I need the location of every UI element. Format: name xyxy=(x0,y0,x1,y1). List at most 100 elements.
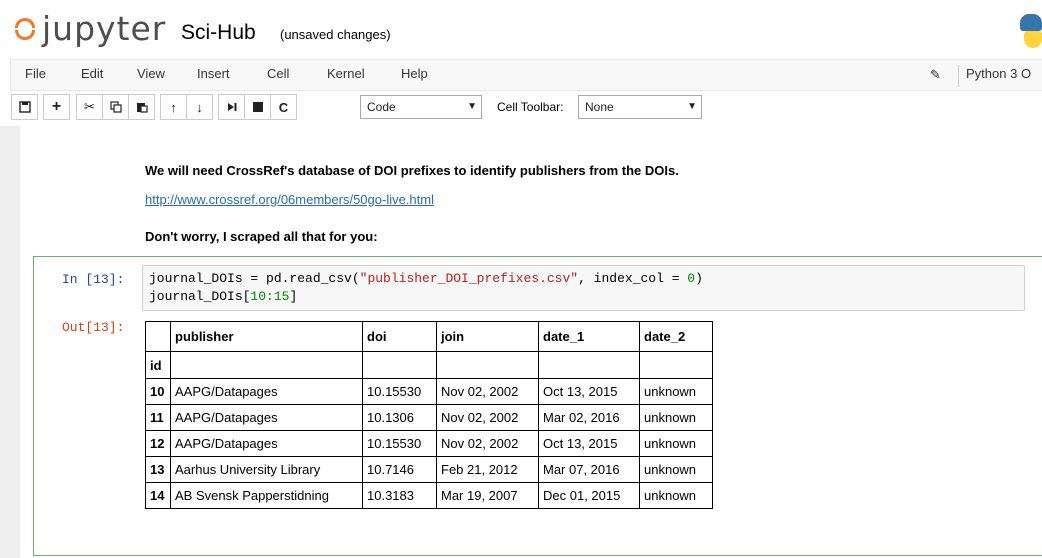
arrow-up-icon: ↑ xyxy=(170,99,177,115)
jupyter-logo[interactable]: jupyter xyxy=(14,12,166,46)
save-icon xyxy=(18,101,31,113)
toolbar: + ✂ ↑ ↓ C Code ▼ Cell Toolbar: None ▼ xyxy=(10,94,1042,122)
code-line: journal_DOIs = pd.read_csv("publisher_DO… xyxy=(149,271,703,286)
menu-kernel[interactable]: Kernel xyxy=(327,66,365,81)
cell-date-1: Mar 07, 2016 xyxy=(538,456,640,483)
menubar: File Edit View Insert Cell Kernel Help ✎… xyxy=(10,59,1042,91)
move-down-button[interactable]: ↓ xyxy=(186,94,213,120)
cell-publisher: AAPG/Datapages xyxy=(170,430,363,457)
cell-date-2: unknown xyxy=(639,404,713,431)
row-index: 10 xyxy=(145,378,171,405)
table-row: 14 AB Svensk Papperstidning 10.3183 Mar … xyxy=(145,482,713,509)
row-index: 11 xyxy=(145,404,171,431)
table-row: 13 Aarhus University Library 10.7146 Feb… xyxy=(145,456,713,483)
table-row: 10 AAPG/Datapages 10.15530 Nov 02, 2002 … xyxy=(145,378,713,405)
cell-join: Mar 19, 2007 xyxy=(436,482,539,509)
cell-join: Nov 02, 2002 xyxy=(436,404,539,431)
plus-icon: + xyxy=(51,98,62,115)
cell-date-2: unknown xyxy=(639,430,713,457)
cell-doi: 10.3183 xyxy=(362,482,437,509)
cell-toolbar-label: Cell Toolbar: xyxy=(497,100,564,114)
empty-cell xyxy=(538,351,640,379)
column-header: date_2 xyxy=(639,321,713,352)
restart-button[interactable]: C xyxy=(270,94,297,120)
code-number: 0 xyxy=(687,271,696,286)
cell-toolbar-select[interactable]: None ▼ xyxy=(578,95,702,119)
cell-toolbar-value: None xyxy=(585,100,614,114)
index-name: id xyxy=(145,351,171,379)
cell-publisher: Aarhus University Library xyxy=(170,456,363,483)
column-header: publisher xyxy=(170,321,363,352)
cell-date-2: unknown xyxy=(639,456,713,483)
header-blank xyxy=(145,321,171,352)
run-button[interactable] xyxy=(218,94,245,120)
column-header: doi xyxy=(362,321,437,352)
paste-button[interactable] xyxy=(128,94,155,120)
column-header: join xyxy=(436,321,539,352)
cell-type-value: Code xyxy=(367,100,396,114)
cell-type-select[interactable]: Code ▼ xyxy=(360,95,482,119)
menu-help[interactable]: Help xyxy=(401,66,428,81)
row-index: 14 xyxy=(145,482,171,509)
cell-publisher: AAPG/Datapages xyxy=(170,404,363,431)
paste-icon xyxy=(136,103,148,113)
output-prompt: Out[13]: xyxy=(62,320,125,335)
menu-file[interactable]: File xyxy=(25,66,46,81)
markdown-line: We will need CrossRef's database of DOI … xyxy=(145,163,679,178)
code-token: journal_DOIs[ xyxy=(149,289,251,304)
edit-pencil-icon[interactable]: ✎ xyxy=(930,67,941,83)
insert-cell-button[interactable]: + xyxy=(43,94,70,120)
empty-cell xyxy=(170,351,363,379)
code-editor[interactable]: journal_DOIs = pd.read_csv("publisher_DO… xyxy=(142,265,1025,311)
table-header-row: publisher doi join date_1 date_2 xyxy=(145,321,713,352)
input-prompt: In [13]: xyxy=(62,272,125,287)
save-button[interactable] xyxy=(11,94,38,120)
kernel-name: Python 3 O xyxy=(966,66,1031,81)
cut-button[interactable]: ✂ xyxy=(76,94,103,120)
cell-join: Nov 02, 2002 xyxy=(436,378,539,405)
interrupt-button[interactable] xyxy=(244,94,271,120)
kernel-indicator-icon: O xyxy=(1020,66,1032,81)
menu-insert[interactable]: Insert xyxy=(197,66,230,81)
index-name-row: id xyxy=(145,351,713,379)
cell-date-1: Oct 13, 2015 xyxy=(538,378,640,405)
logo-text: jupyter xyxy=(42,9,167,48)
cell-doi: 10.15530 xyxy=(362,378,437,405)
cell-join: Nov 02, 2002 xyxy=(436,430,539,457)
menu-view[interactable]: View xyxy=(137,66,165,81)
notebook-name[interactable]: Sci-Hub xyxy=(181,21,256,45)
menu-edit[interactable]: Edit xyxy=(81,66,103,81)
cell-date-2: unknown xyxy=(639,378,713,405)
row-index: 12 xyxy=(145,430,171,457)
chevron-down-icon: ▼ xyxy=(687,101,697,112)
cell-date-1: Mar 02, 2016 xyxy=(538,404,640,431)
kernel-label: Python 3 xyxy=(966,66,1018,81)
cell-doi: 10.7146 xyxy=(362,456,437,483)
kernel-separator xyxy=(958,65,959,87)
stop-icon xyxy=(252,102,263,112)
python-logo-icon xyxy=(1020,14,1042,48)
empty-cell xyxy=(436,351,539,379)
skip-next-icon xyxy=(227,103,236,111)
code-number: 10:15 xyxy=(250,289,290,304)
arrow-down-icon: ↓ xyxy=(196,99,203,115)
copy-button[interactable] xyxy=(102,94,129,120)
menu-cell[interactable]: Cell xyxy=(267,66,289,81)
table-row: 11 AAPG/Datapages 10.1306 Nov 02, 2002 M… xyxy=(145,404,713,431)
empty-cell xyxy=(639,351,713,379)
cell-date-1: Dec 01, 2015 xyxy=(538,482,640,509)
cell-join: Feb 21, 2012 xyxy=(436,456,539,483)
table-row: 12 AAPG/Datapages 10.15530 Nov 02, 2002 … xyxy=(145,430,713,457)
jupyter-logo-icon xyxy=(14,16,36,42)
copy-icon xyxy=(109,101,122,113)
chevron-down-icon: ▼ xyxy=(467,101,477,112)
code-token: ] xyxy=(289,289,298,304)
row-index: 13 xyxy=(145,456,171,483)
code-line: journal_DOIs[10:15] xyxy=(149,289,297,304)
crossref-link[interactable]: http://www.crossref.org/06members/50go-l… xyxy=(145,192,434,207)
code-string: "publisher_DOI_prefixes.csv" xyxy=(359,271,579,286)
dataframe-output: publisher doi join date_1 date_2 id 10 A… xyxy=(145,321,713,509)
code-token: , index_col = xyxy=(578,271,688,286)
notebook-header: jupyter Sci-Hub (unsaved changes) xyxy=(0,0,1042,62)
move-up-button[interactable]: ↑ xyxy=(160,94,187,120)
